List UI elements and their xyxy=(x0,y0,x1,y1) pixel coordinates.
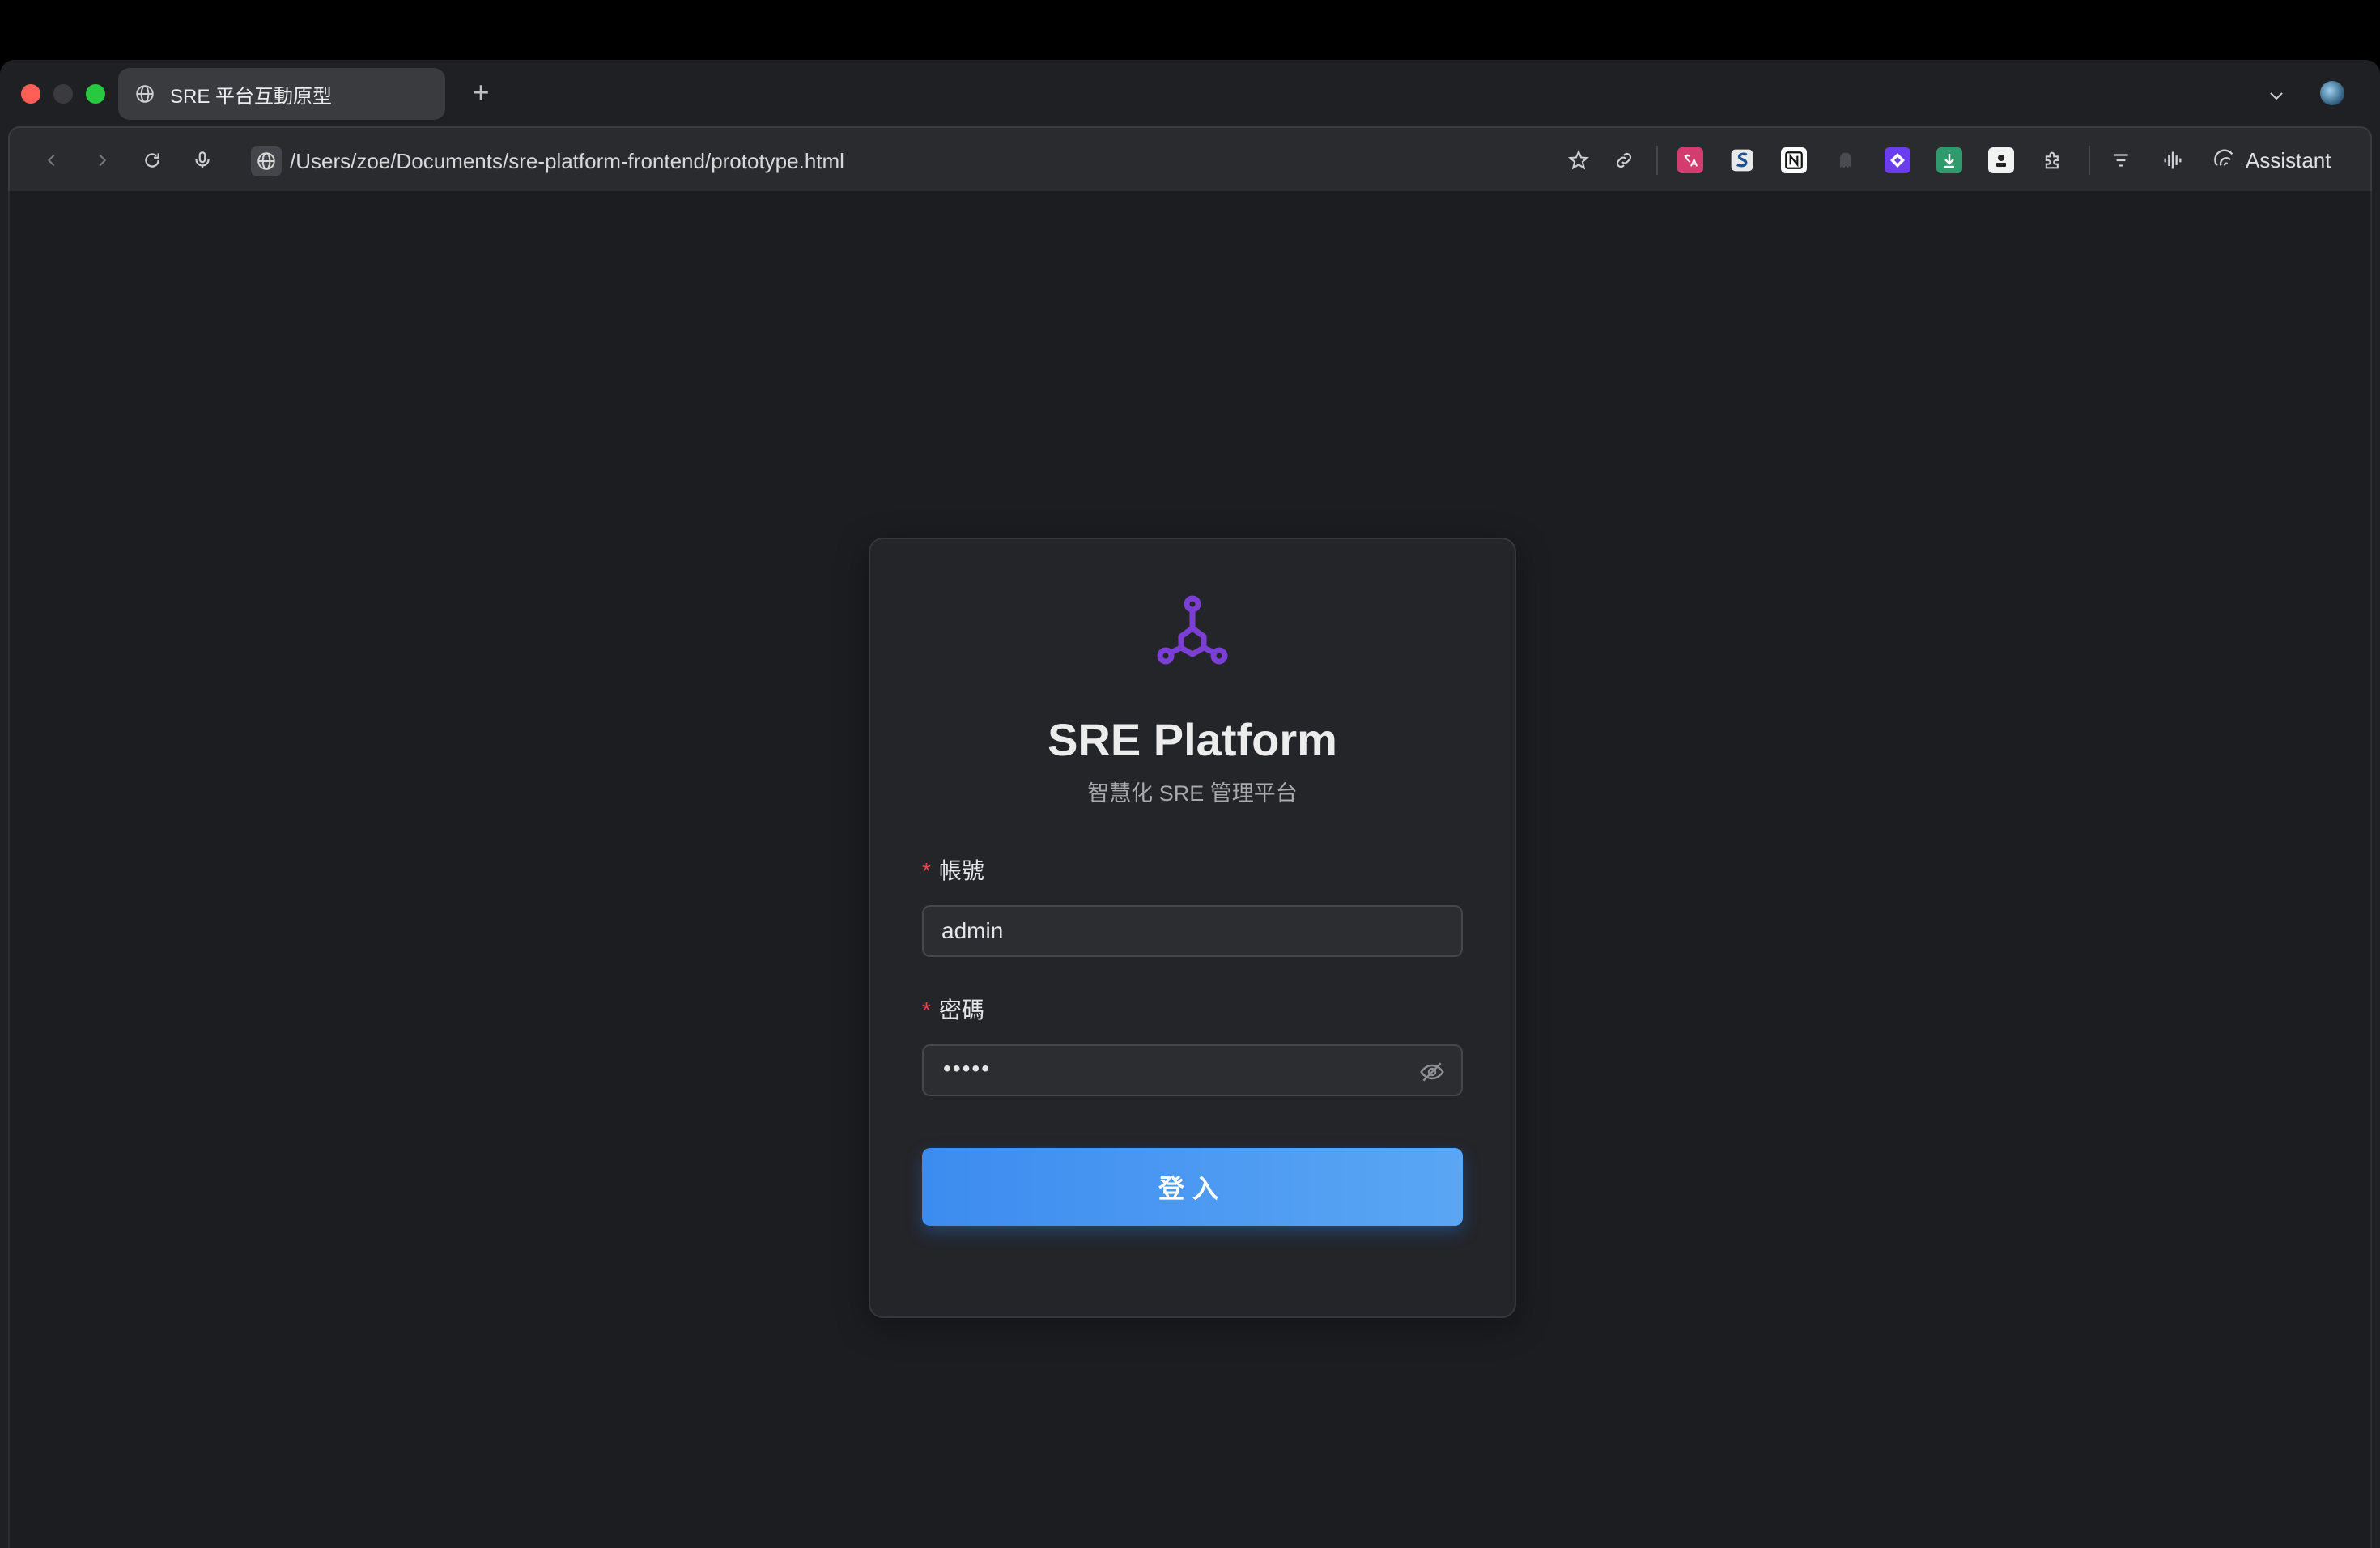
download-extension-icon[interactable] xyxy=(1936,147,1962,173)
page-subtitle: 智慧化 SRE 管理平台 xyxy=(1087,781,1298,806)
tab-title: SRE 平台互動原型 xyxy=(170,85,333,108)
username-label-text: 帳號 xyxy=(938,858,984,883)
username-label: * 帳號 xyxy=(922,857,984,886)
password-input[interactable]: ••••• xyxy=(922,1044,1463,1096)
maximize-window-button[interactable] xyxy=(86,84,105,104)
assistant-label: Assistant xyxy=(2246,147,2331,172)
tab-strip: SRE 平台互動原型 + xyxy=(0,60,2380,126)
username-value: admin xyxy=(941,918,1004,943)
back-icon[interactable] xyxy=(34,142,70,178)
id-card-extension-icon[interactable] xyxy=(1988,147,2014,173)
globe-icon xyxy=(133,82,157,106)
page-title: SRE Platform xyxy=(1048,714,1337,765)
toolbar-divider xyxy=(1656,146,1658,175)
copy-link-icon[interactable] xyxy=(1606,142,1642,178)
notion-extension-icon[interactable] xyxy=(1781,147,1807,173)
bookmark-star-icon[interactable] xyxy=(1561,142,1596,178)
eye-off-icon[interactable] xyxy=(1419,1059,1445,1085)
extensions-puzzle-icon[interactable] xyxy=(2035,142,2071,178)
password-value: ••••• xyxy=(943,1056,992,1081)
assistant-button[interactable]: Assistant xyxy=(2213,142,2331,178)
translate-extension-icon[interactable] xyxy=(1677,147,1703,173)
close-window-button[interactable] xyxy=(21,84,40,104)
site-info-icon[interactable] xyxy=(251,146,282,176)
password-label: * 密碼 xyxy=(922,996,984,1025)
ghost-extension-icon[interactable] xyxy=(1833,147,1859,173)
login-card: SRE Platform 智慧化 SRE 管理平台 * 帳號 admin * 密碼 … xyxy=(869,538,1516,1318)
profile-avatar[interactable] xyxy=(2320,81,2344,105)
microphone-icon[interactable] xyxy=(185,142,220,178)
tab-active[interactable]: SRE 平台互動原型 xyxy=(118,68,445,120)
new-tab-button[interactable]: + xyxy=(465,76,497,108)
browser-window: SRE 平台互動原型 + /Users/zoe/Documents/sre-pl… xyxy=(0,60,2380,1548)
minimize-window-button[interactable] xyxy=(53,84,73,104)
browser-toolbar: /Users/zoe/Documents/sre-platform-fronte… xyxy=(8,126,2372,191)
diamond-extension-icon[interactable] xyxy=(1885,147,1910,173)
audio-waveform-icon[interactable] xyxy=(2155,142,2191,178)
system-top-bar xyxy=(0,0,2380,60)
username-input[interactable]: admin xyxy=(922,905,1463,957)
forward-icon[interactable] xyxy=(84,142,120,178)
required-mark: * xyxy=(922,858,931,883)
login-button[interactable]: 登入 xyxy=(922,1148,1463,1226)
assistant-icon xyxy=(2213,147,2236,175)
network-hub-icon xyxy=(1155,594,1230,669)
toolbar-divider xyxy=(2089,146,2090,175)
s-extension-icon[interactable] xyxy=(1729,147,1755,173)
page-viewport: SRE Platform 智慧化 SRE 管理平台 * 帳號 admin * 密碼 … xyxy=(8,191,2372,1548)
address-bar[interactable]: /Users/zoe/Documents/sre-platform-fronte… xyxy=(290,147,844,175)
reading-list-icon[interactable] xyxy=(2103,142,2139,178)
tab-list-chevron-icon[interactable] xyxy=(2260,79,2293,112)
required-mark: * xyxy=(922,997,931,1023)
password-label-text: 密碼 xyxy=(938,997,984,1023)
reload-icon[interactable] xyxy=(134,142,170,178)
